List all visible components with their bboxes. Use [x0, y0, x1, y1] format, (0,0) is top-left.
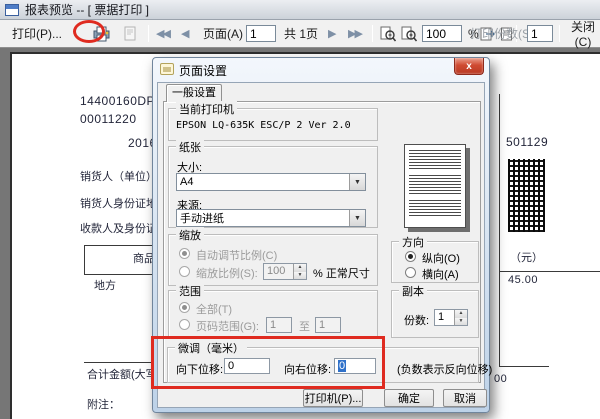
table-line [499, 366, 549, 367]
report-yuan-label: （元） [510, 249, 543, 265]
dropdown-arrow-icon: ▼ [349, 174, 365, 190]
orientation-group-label: 方向 [399, 234, 427, 250]
tab-general-settings[interactable]: 一般设置 [166, 84, 222, 102]
spinner-up-icon[interactable]: ▲ [455, 310, 467, 318]
dropdown-arrow-icon: ▼ [349, 210, 365, 226]
portrait-radio[interactable] [405, 251, 416, 262]
range-pages-label: 页码范围(G): [196, 318, 259, 334]
annotation-rectangle [151, 336, 385, 389]
scale-suffix-label: % 正常尺寸 [313, 265, 370, 281]
landscape-radio[interactable] [405, 267, 416, 278]
spinner-up-icon[interactable]: ▲ [294, 264, 306, 272]
report-place-label: 地方 [94, 277, 116, 293]
range-group: 范围 全部(T) 页码范围(G): 1 至 1 [168, 290, 378, 338]
report-total-words-label: 合计金额(大写) [87, 366, 160, 382]
report-amount-partial: 00 [494, 373, 507, 385]
ok-button[interactable]: 确定 [384, 389, 434, 407]
paper-group: 纸张 大小: A4 ▼ 来源: 手动进纸 ▼ [168, 146, 378, 228]
finetune-hint: (负数表示反向位移) [397, 361, 492, 377]
range-all-radio[interactable] [179, 302, 190, 313]
scaling-group: 缩放 自动调节比例(C) 缩放比例(S): 100 ▲▼ % 正常尺寸 [168, 234, 378, 286]
annotation-ellipse [73, 20, 105, 43]
scale-value: 100 [264, 264, 293, 279]
range-from-input[interactable]: 1 [266, 317, 292, 333]
range-all-label: 全部(T) [196, 301, 232, 317]
report-code2: 00011220 [80, 112, 137, 126]
table-line [84, 245, 154, 246]
report-seller-label: 销货人（单位）： [80, 168, 163, 184]
spinner-down-icon[interactable]: ▼ [294, 272, 306, 280]
table-line [84, 362, 154, 363]
range-group-label: 范围 [176, 283, 204, 299]
copies-group-label: 副本 [399, 283, 427, 299]
range-to-input[interactable]: 1 [315, 317, 341, 333]
thumbnail-text-lines [409, 175, 461, 195]
report-amount: 45.00 [508, 274, 538, 286]
dialog-title: 页面设置 [179, 62, 227, 79]
table-line [499, 271, 600, 272]
copies-group: 副本 份数: 1 ▲▼ [391, 290, 479, 338]
window-title: 报表预览 -- [ 票据打印 ] [25, 1, 149, 18]
thumbnail-text-lines [409, 150, 461, 170]
range-pages-radio[interactable] [179, 319, 190, 330]
orientation-group: 方向 纵向(O) 横向(A) [391, 241, 479, 283]
report-serial: 501129 [506, 135, 548, 149]
thumbnail-text-lines [409, 200, 461, 216]
titlebar: 报表预览 -- [ 票据打印 ] [0, 0, 600, 20]
auto-scale-label: 自动调节比例(C) [196, 247, 277, 263]
print-copies-label: 打印份数(S) [470, 20, 534, 47]
dialog-title-icon [160, 63, 174, 75]
auto-scale-radio[interactable] [179, 248, 190, 259]
paper-size-dropdown[interactable]: A4 ▼ [176, 173, 366, 191]
paper-source-value: 手动进纸 [177, 210, 349, 226]
copies-count-value: 1 [435, 310, 454, 325]
close-preview-button[interactable]: 关闭(C) [566, 20, 600, 47]
current-printer-group: 当前打印机 EPSON LQ-635K ESC/P 2 Ver 2.0 [168, 108, 378, 141]
copies-count-label: 份数: [404, 312, 429, 328]
app-window-icon [5, 4, 19, 16]
print-copies-input[interactable] [527, 25, 553, 42]
spinner-down-icon[interactable]: ▼ [455, 318, 467, 326]
scale-value-spinner[interactable]: 100 ▲▼ [263, 263, 307, 280]
dialog-close-button[interactable]: x [454, 58, 484, 75]
screen: 报表预览 -- [ 票据打印 ] 打印(P)... [0, 0, 600, 419]
custom-scale-radio[interactable] [179, 266, 190, 277]
table-line [84, 274, 154, 275]
custom-scale-label: 缩放比例(S): [196, 265, 258, 281]
paper-source-dropdown[interactable]: 手动进纸 ▼ [176, 209, 366, 227]
current-printer-group-label: 当前打印机 [176, 101, 237, 117]
report-notes-label: 附注： [87, 396, 120, 412]
printer-name: EPSON LQ-635K ESC/P 2 Ver 2.0 [176, 120, 351, 131]
paper-group-label: 纸张 [176, 139, 204, 155]
range-to-label: 至 [299, 318, 310, 334]
close-icon: x [466, 61, 472, 72]
qr-code [508, 159, 545, 232]
scaling-group-label: 缩放 [176, 227, 204, 243]
landscape-label: 横向(A) [422, 266, 459, 282]
printer-settings-button[interactable]: 打印机(P)... [303, 389, 363, 407]
table-line [84, 245, 85, 274]
table-line [499, 94, 500, 366]
copies-count-spinner[interactable]: 1 ▲▼ [434, 309, 468, 326]
orientation-preview-thumbnail [404, 144, 466, 228]
toolbar-separator [559, 25, 560, 42]
paper-size-value: A4 [177, 176, 349, 188]
cancel-button[interactable]: 取消 [443, 389, 487, 407]
portrait-label: 纵向(O) [422, 250, 460, 266]
